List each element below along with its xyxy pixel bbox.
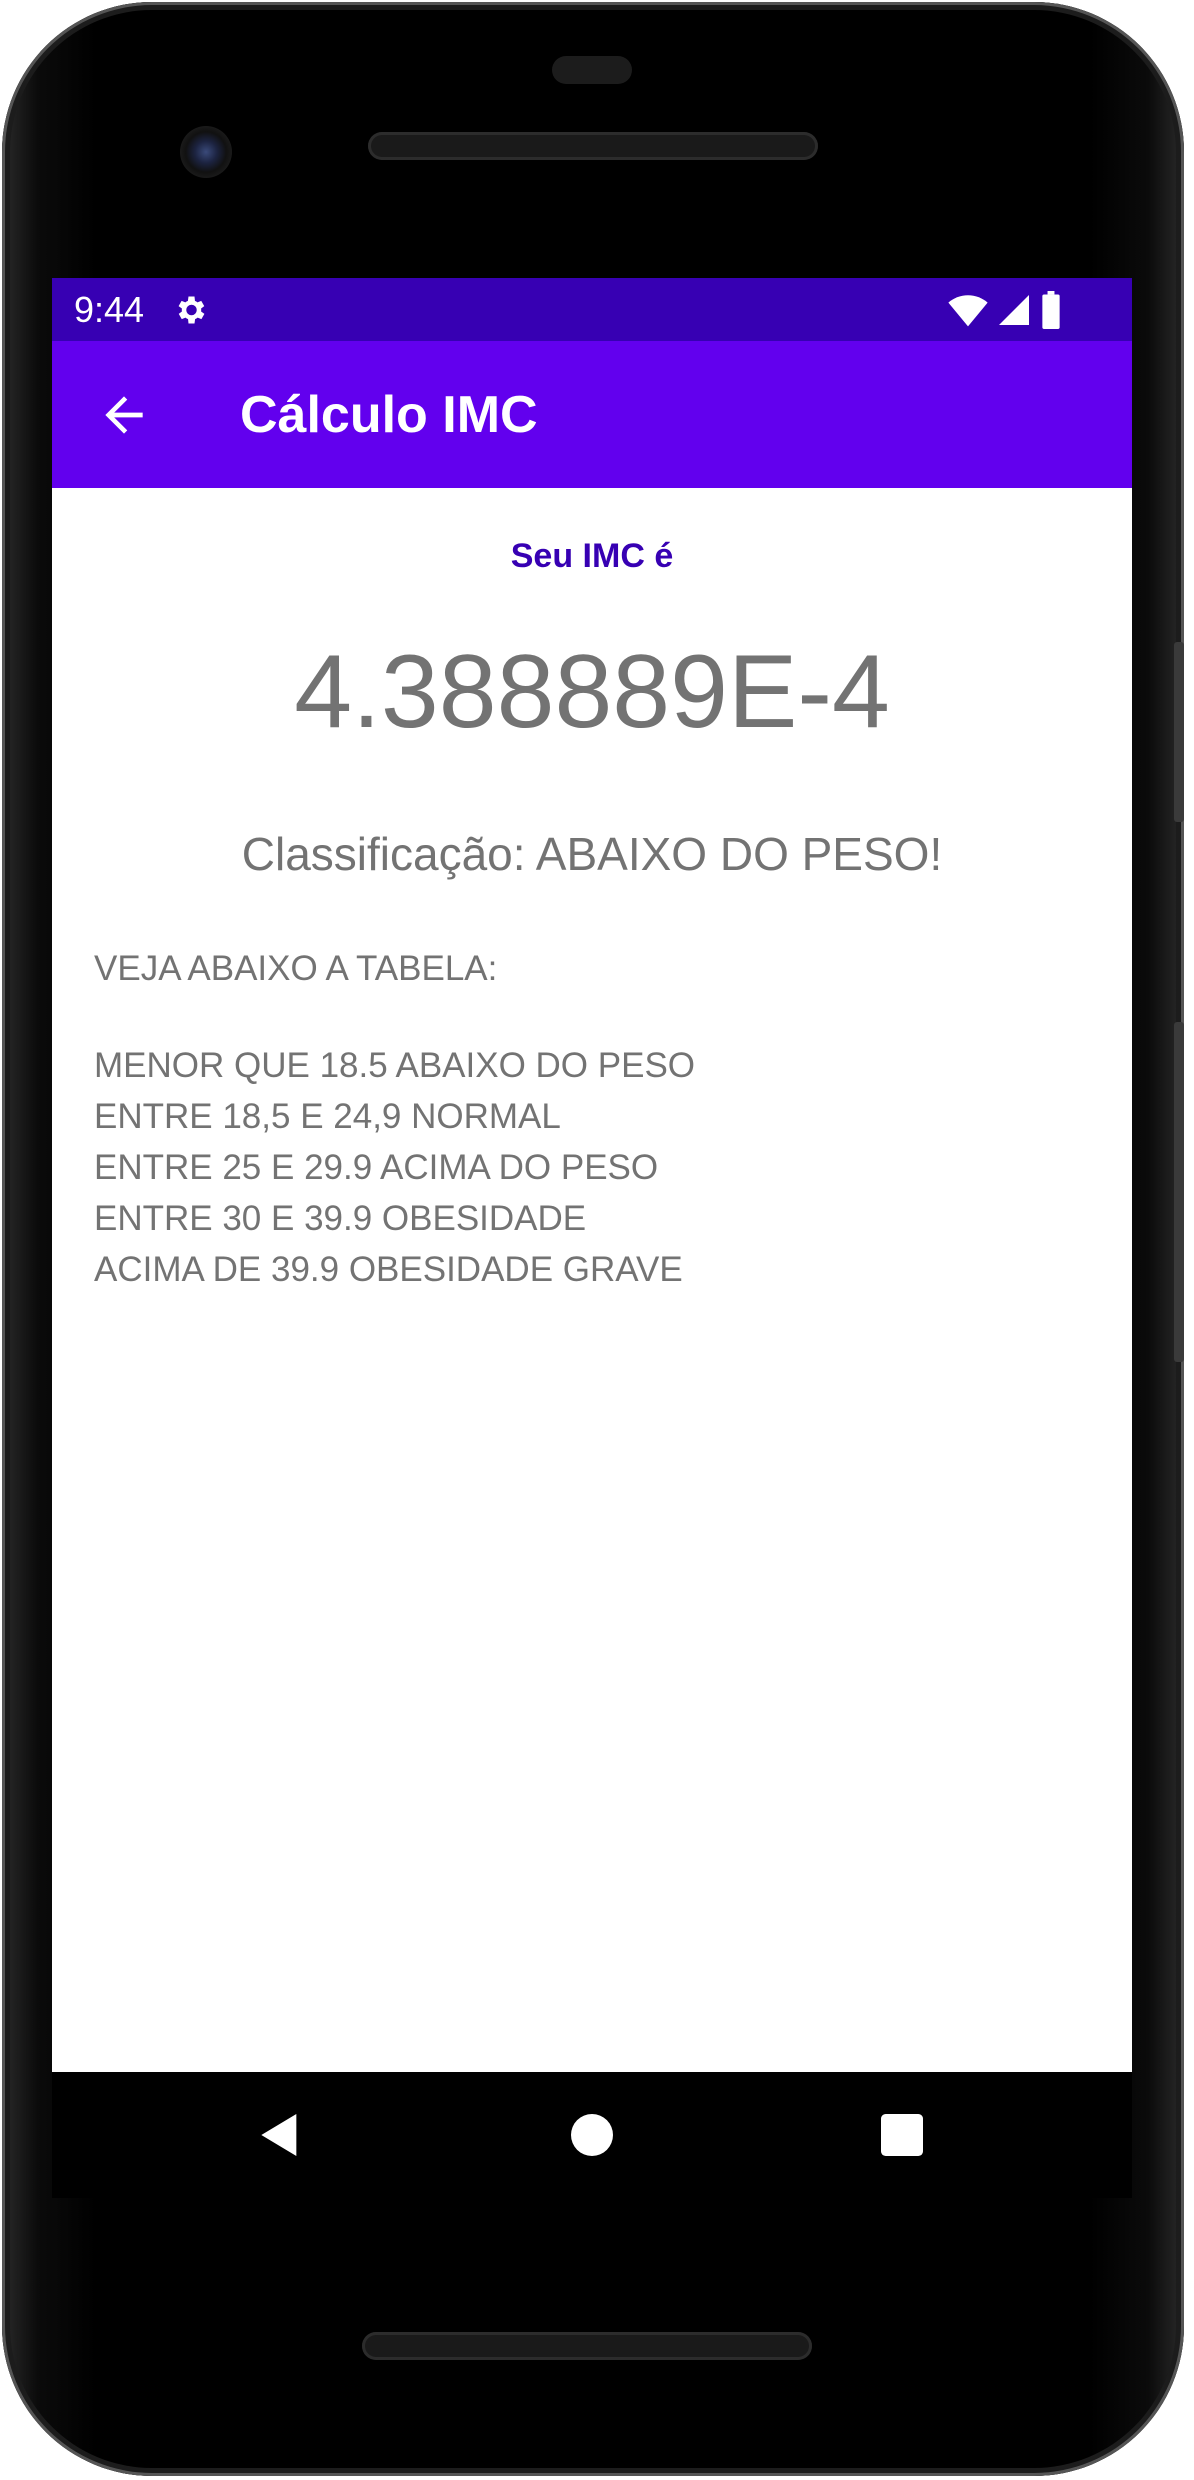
power-button [1174, 642, 1184, 822]
table-row: ENTRE 18,5 E 24,9 NORMAL [94, 1097, 561, 1136]
wifi-icon [948, 295, 988, 327]
front-camera-icon [180, 126, 232, 178]
status-time: 9:44 [74, 289, 145, 330]
home-circle-icon[interactable] [564, 2107, 620, 2163]
back-triangle-icon[interactable] [252, 2107, 308, 2163]
battery-icon [1042, 291, 1060, 329]
device-frame: 9:44 Cálculo IMC Seu IMC é 4.388889E-4 C… [0, 0, 1194, 2480]
back-arrow-icon[interactable] [96, 387, 152, 443]
imc-value: 4.388889E-4 [294, 634, 890, 750]
table-row: ENTRE 30 E 39.9 OBESIDADE [94, 1199, 587, 1238]
app-title: Cálculo IMC [240, 386, 538, 444]
earpiece [552, 56, 632, 84]
table-row: ENTRE 25 E 29.9 ACIMA DO PESO [94, 1148, 659, 1187]
status-bar: 9:44 [52, 278, 1132, 341]
gear-icon [178, 296, 205, 324]
bottom-speaker [362, 2332, 812, 2360]
volume-button [1174, 1022, 1184, 1362]
table-row: MENOR QUE 18.5 ABAIXO DO PESO [94, 1046, 696, 1085]
table-row: ACIMA DE 39.9 OBESIDADE GRAVE [94, 1250, 683, 1289]
recents-square-icon[interactable] [874, 2107, 930, 2163]
screen: 9:44 Cálculo IMC Seu IMC é 4.388889E-4 C… [52, 278, 1132, 2072]
table-header: VEJA ABAIXO A TABELA: [94, 949, 498, 988]
status-icons [948, 290, 1062, 330]
imc-table: MENOR QUE 18.5 ABAIXO DO PESO ENTRE 18,5… [94, 1040, 695, 1295]
classification-text: Classificação: ABAIXO DO PESO! [241, 828, 943, 880]
result-label: Seu IMC é [510, 537, 674, 575]
signal-icon [999, 295, 1029, 325]
app-bar: Cálculo IMC [52, 341, 1132, 488]
navigation-bar [52, 2072, 1132, 2198]
top-speaker [368, 132, 818, 160]
